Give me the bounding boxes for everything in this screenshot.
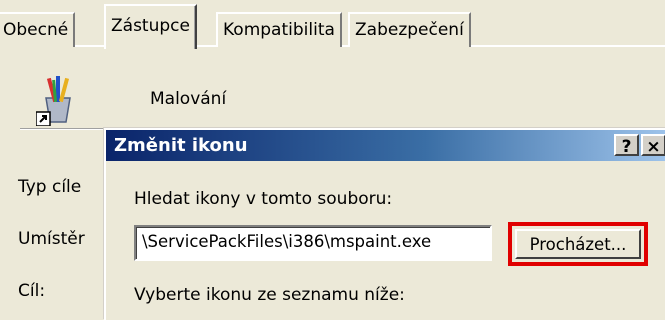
- browse-highlight: Procházet...: [508, 222, 648, 266]
- tab-compatibility[interactable]: Kompatibilita: [216, 12, 342, 47]
- help-button[interactable]: ?: [614, 134, 639, 157]
- file-path-input[interactable]: \ServicePackFiles\i386\mspaint.exe: [134, 225, 492, 261]
- shortcut-name: Malování: [150, 89, 227, 109]
- browse-button[interactable]: Procházet...: [515, 229, 641, 259]
- separator: [20, 128, 110, 130]
- dialog-titlebar[interactable]: Změnit ikonu ? ×: [106, 130, 665, 161]
- target-type-label: Typ cíle: [18, 177, 82, 197]
- dialog-title: Změnit ikonu: [114, 135, 248, 156]
- tab-shortcut[interactable]: Zástupce: [104, 4, 197, 49]
- target-location-label: Umístěr: [18, 229, 85, 249]
- close-button[interactable]: ×: [641, 134, 665, 157]
- tab-general[interactable]: Obecné: [0, 12, 76, 47]
- search-label: Hledat ikony v tomto souboru:: [134, 189, 393, 209]
- select-icon-label: Vyberte ikonu ze seznamu níže:: [134, 285, 405, 305]
- change-icon-dialog: Změnit ikonu ? × Hledat ikony v tomto so…: [104, 128, 665, 320]
- tab-security[interactable]: Zabezpečení: [348, 12, 471, 47]
- target-label: Cíl:: [18, 281, 46, 301]
- paint-brushes-icon: [35, 76, 80, 127]
